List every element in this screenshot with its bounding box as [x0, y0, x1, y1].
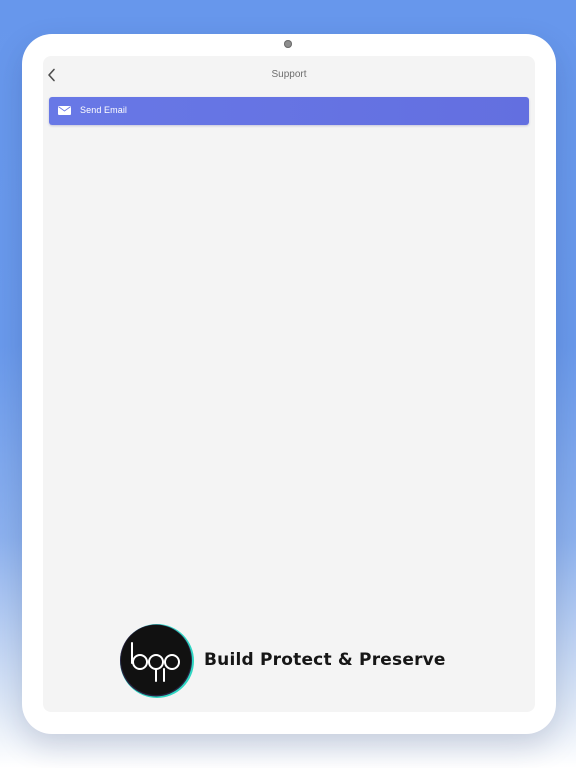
navigation-bar: Support [43, 56, 535, 94]
front-camera [284, 40, 292, 48]
brand-footer: Build Protect & Preserve [119, 623, 479, 699]
page-title: Support [271, 69, 307, 80]
send-email-button[interactable]: Send Email [49, 97, 529, 125]
app-screen: Support Send Email Build Protect & Prese… [43, 56, 535, 712]
send-email-label: Send Email [80, 105, 128, 115]
tablet-frame: Support Send Email Build Protect & Prese… [22, 34, 556, 734]
mail-icon [58, 106, 71, 115]
bpp-logo-icon [120, 624, 194, 698]
brand-name: Build Protect & Preserve [204, 650, 446, 670]
